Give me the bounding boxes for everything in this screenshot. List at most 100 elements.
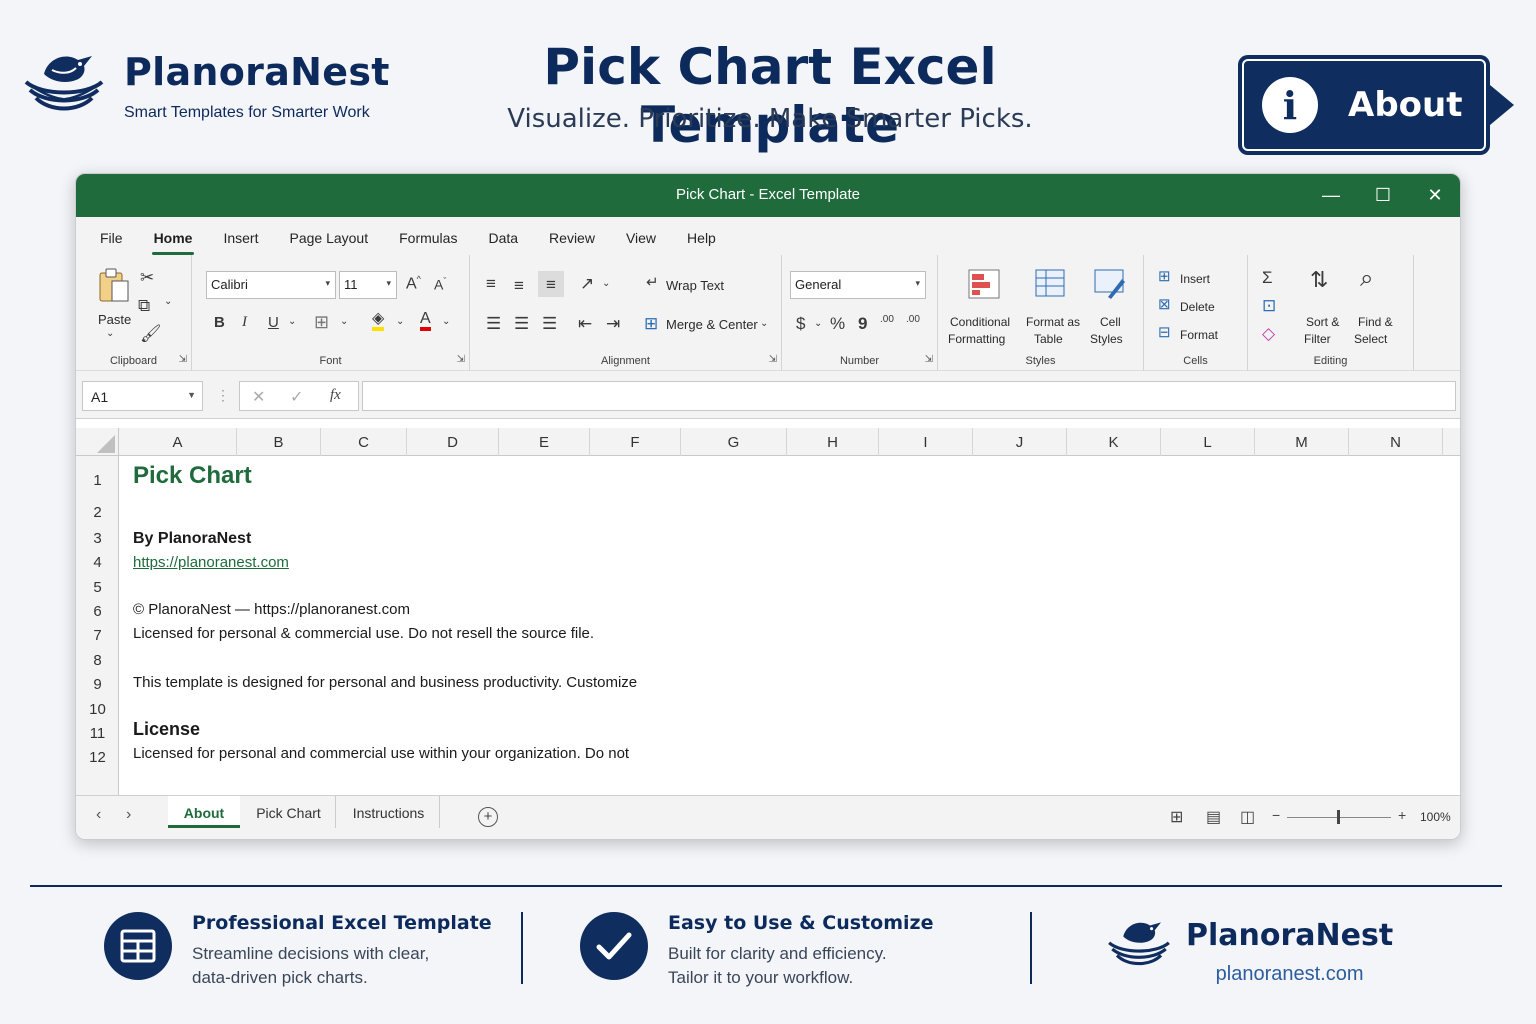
- sheet-tab-about[interactable]: About: [168, 796, 240, 828]
- column-header-c[interactable]: C: [321, 428, 407, 456]
- wrap-text-icon[interactable]: ↵: [646, 275, 659, 290]
- next-sheet-icon[interactable]: ›: [126, 806, 131, 824]
- zoom-level[interactable]: 100%: [1420, 810, 1451, 824]
- column-header-h[interactable]: H: [787, 428, 879, 456]
- bold-button[interactable]: B: [214, 315, 225, 330]
- row-header[interactable]: 3: [76, 530, 119, 547]
- name-box[interactable]: A1 ▼: [82, 381, 203, 411]
- column-header-l[interactable]: L: [1161, 428, 1255, 456]
- cell-styles-label-1[interactable]: Cell: [1100, 315, 1121, 329]
- row-header[interactable]: 7: [76, 627, 119, 644]
- tab-data[interactable]: Data: [480, 230, 526, 255]
- cell-a4-link[interactable]: https://planoranest.com: [133, 554, 289, 571]
- normal-view-icon[interactable]: ⊞: [1170, 807, 1183, 827]
- fill-color-icon[interactable]: ◈: [372, 311, 385, 331]
- insert-cells-icon[interactable]: ⊞: [1158, 269, 1171, 284]
- row-header[interactable]: 5: [76, 579, 119, 596]
- page-break-view-icon[interactable]: ◫: [1240, 807, 1255, 827]
- sort-filter-label-2[interactable]: Filter: [1304, 332, 1331, 346]
- format-cells-button[interactable]: Format: [1180, 328, 1218, 342]
- maximize-button[interactable]: ☐: [1358, 180, 1408, 210]
- format-cells-icon[interactable]: ⊟: [1158, 325, 1171, 340]
- zoom-out-button[interactable]: −: [1272, 807, 1280, 823]
- zoom-in-button[interactable]: +: [1398, 807, 1406, 823]
- conditional-formatting-label-1[interactable]: Conditional: [950, 315, 1010, 329]
- column-header-j[interactable]: J: [973, 428, 1067, 456]
- tab-insert[interactable]: Insert: [215, 230, 266, 255]
- increase-decimal-icon[interactable]: .00: [880, 315, 894, 325]
- row-header[interactable]: 2: [76, 504, 119, 521]
- font-size-dropdown[interactable]: 11 ▾: [339, 271, 397, 299]
- row-header[interactable]: 6: [76, 603, 119, 620]
- zoom-slider-handle[interactable]: [1337, 810, 1340, 824]
- align-left-icon[interactable]: ☰: [486, 315, 501, 332]
- merge-center-icon[interactable]: ⊞: [644, 315, 658, 332]
- column-header-k[interactable]: K: [1067, 428, 1161, 456]
- increase-indent-icon[interactable]: ⇥: [606, 315, 620, 332]
- column-header-f[interactable]: F: [590, 428, 681, 456]
- font-name-dropdown[interactable]: Calibri ▾: [206, 271, 336, 299]
- column-header-i[interactable]: I: [879, 428, 973, 456]
- tab-page-layout[interactable]: Page Layout: [281, 230, 376, 255]
- cell-a3[interactable]: By PlanoraNest: [133, 530, 251, 548]
- formula-input[interactable]: [362, 381, 1456, 411]
- currency-chevron-icon[interactable]: ⌄: [814, 319, 822, 329]
- find-select-label-1[interactable]: Find &: [1358, 315, 1393, 329]
- row-header[interactable]: 1: [76, 472, 119, 489]
- tab-help[interactable]: Help: [679, 230, 724, 255]
- conditional-formatting-icon[interactable]: [968, 269, 1000, 299]
- number-format-dropdown[interactable]: General ▾: [790, 271, 926, 299]
- borders-icon[interactable]: ⊞: [314, 313, 329, 331]
- sort-filter-label-1[interactable]: Sort &: [1306, 315, 1339, 329]
- tab-formulas[interactable]: Formulas: [391, 230, 465, 255]
- merge-center-button[interactable]: Merge & Center: [666, 317, 758, 332]
- align-middle-icon[interactable]: ≡: [514, 277, 524, 294]
- tab-review[interactable]: Review: [541, 230, 603, 255]
- clipboard-launcher-icon[interactable]: ⇲: [179, 354, 187, 365]
- italic-button[interactable]: I: [242, 315, 247, 330]
- delete-cells-icon[interactable]: ⊠: [1158, 297, 1171, 312]
- column-header-d[interactable]: D: [407, 428, 499, 456]
- column-header-a[interactable]: A: [119, 428, 237, 456]
- align-center-icon[interactable]: ☰: [514, 315, 529, 332]
- footer-brand-url[interactable]: planoranest.com: [1186, 963, 1393, 986]
- font-launcher-icon[interactable]: ⇲: [457, 354, 465, 365]
- grow-font-icon[interactable]: A^: [406, 275, 421, 292]
- row-header[interactable]: 11: [76, 725, 119, 742]
- column-header-b[interactable]: B: [237, 428, 321, 456]
- cell-a6[interactable]: © PlanoraNest — https://planoranest.com: [133, 601, 410, 618]
- page-layout-view-icon[interactable]: ▤: [1206, 807, 1221, 827]
- alignment-launcher-icon[interactable]: ⇲: [769, 354, 777, 365]
- cancel-icon[interactable]: ✕: [252, 387, 265, 407]
- autosum-icon[interactable]: Σ: [1262, 269, 1273, 286]
- align-right-icon[interactable]: ☰: [542, 315, 557, 332]
- align-bottom-icon[interactable]: ≡: [538, 271, 564, 297]
- copy-chevron-icon[interactable]: ⌄: [164, 297, 172, 307]
- column-header-n[interactable]: N: [1349, 428, 1443, 456]
- orientation-icon[interactable]: ↗: [580, 275, 594, 292]
- about-button[interactable]: i About: [1238, 55, 1514, 155]
- paste-label[interactable]: Paste: [98, 312, 131, 327]
- more-options-icon[interactable]: ⋮: [216, 387, 230, 404]
- copy-icon[interactable]: ⧉: [138, 297, 150, 314]
- cell-a9[interactable]: This template is designed for personal a…: [133, 674, 637, 691]
- cell-a12[interactable]: Licensed for personal and commercial use…: [133, 745, 629, 762]
- sort-filter-icon[interactable]: ⇅: [1310, 269, 1328, 291]
- decrease-decimal-icon[interactable]: .00: [906, 315, 920, 325]
- row-header[interactable]: 9: [76, 676, 119, 693]
- decrease-indent-icon[interactable]: ⇤: [578, 315, 592, 332]
- shrink-font-icon[interactable]: Aˇ: [434, 277, 446, 292]
- format-painter-icon[interactable]: 🖌: [140, 325, 162, 342]
- row-header[interactable]: 10: [76, 701, 119, 718]
- orientation-chevron-icon[interactable]: ⌄: [602, 279, 610, 289]
- underline-button[interactable]: U: [268, 315, 279, 330]
- currency-icon[interactable]: $: [796, 315, 805, 332]
- row-header[interactable]: 12: [76, 749, 119, 766]
- find-select-icon[interactable]: ⌕: [1360, 267, 1373, 291]
- select-all-button[interactable]: [76, 428, 119, 456]
- sheet-tab-pick-chart[interactable]: Pick Chart: [242, 796, 336, 828]
- fill-icon[interactable]: ⊡: [1262, 297, 1276, 314]
- row-header[interactable]: 4: [76, 554, 119, 571]
- align-top-icon[interactable]: ≡: [486, 275, 496, 292]
- paste-icon[interactable]: [98, 267, 130, 303]
